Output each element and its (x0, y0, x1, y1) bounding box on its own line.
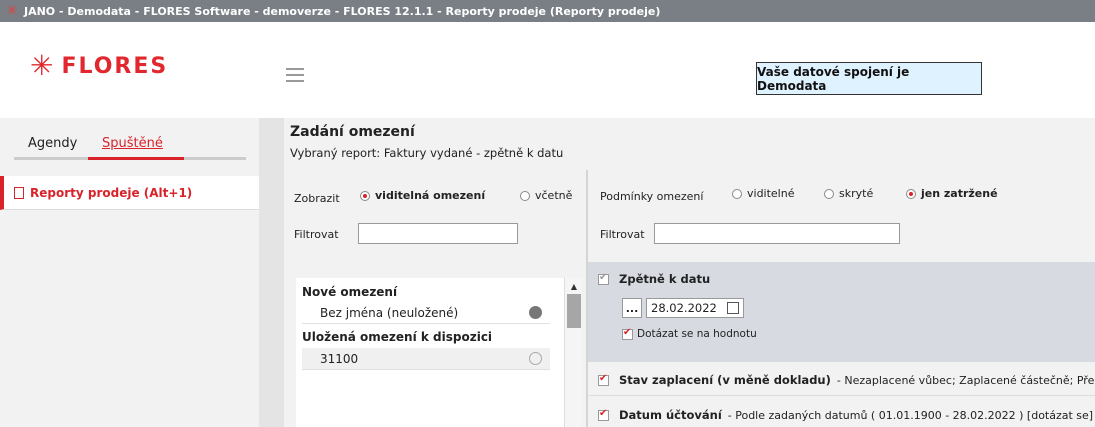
globe-icon (529, 352, 542, 365)
radio-label: včetně (535, 189, 573, 202)
date-picker-dots-button[interactable]: ... (622, 298, 642, 318)
ask-value-label: Dotázat se na hodnotu (637, 328, 757, 340)
logo-text: FLORES (61, 53, 169, 79)
condition-datum-uctovani: Datum účtování - Podle zadaných datumů (… (598, 408, 1093, 422)
date-value: 28.02.2022 (651, 301, 717, 315)
sidebar-tabs: Agendy Spuštěné (14, 132, 246, 160)
radio-including[interactable]: včetně (520, 189, 572, 202)
condition-stav-zaplaceni: Stav zaplacení (v měně dokladu) - Nezapl… (598, 373, 1095, 387)
condition-description: - Nezaplacené vůbec; Zaplacené částečně;… (836, 373, 1095, 387)
conditions-pane: Podmínky omezení viditelné skryté jen za… (588, 170, 1095, 427)
condition-checkbox[interactable] (598, 272, 609, 285)
radio-dot (360, 190, 370, 201)
ask-value-row: Dotázat se na hodnotu (622, 327, 757, 340)
flores-logo: ✳ FLORES (30, 52, 168, 80)
sidebar-item-label: Reporty prodeje (Alt+1) (30, 185, 193, 200)
radio-conditions-hidden[interactable]: skryté (824, 187, 873, 200)
active-tab-indicator (88, 157, 184, 160)
hamburger-menu-icon[interactable] (286, 68, 304, 82)
radio-label: viditelná omezení (375, 189, 486, 202)
filter-label: Filtrovat (294, 228, 339, 241)
conditions-label: Podmínky omezení (600, 190, 704, 203)
date-input[interactable]: 28.02.2022 (646, 298, 744, 318)
radio-label: skryté (839, 187, 874, 200)
condition-header: Zpětně k datu (598, 272, 716, 286)
window-titlebar: ✳ JANO - Demodata - FLORES Software - de… (0, 0, 1095, 22)
main-panel: Zadání omezení Vybraný report: Faktury v… (284, 118, 1095, 427)
group-header-saved: Uložená omezení k dispozici (302, 330, 493, 344)
radio-conditions-checked-only[interactable]: jen zatržené (906, 187, 998, 200)
scroll-up-arrow-icon[interactable]: ▲ (565, 278, 583, 294)
page-subtitle: Vybraný report: Faktury vydané - zpětně … (290, 146, 564, 160)
radio-dot (732, 188, 742, 199)
radio-label: jen zatržené (921, 187, 998, 200)
list-item-saved[interactable]: 31100 (302, 348, 550, 370)
flores-app-icon: ✳ (6, 3, 18, 19)
condition-name: Stav zaplacení (v měně dokladu) (619, 373, 831, 387)
connection-info-button[interactable]: Vaše datové spojení je Demodata (756, 62, 982, 95)
list-item-unsaved[interactable]: Bez jména (neuložené) (302, 302, 550, 324)
condition-checkbox[interactable] (598, 408, 609, 421)
tab-agendy[interactable]: Agendy (28, 136, 77, 151)
show-label: Zobrazit (294, 192, 340, 205)
window-title: JANO - Demodata - FLORES Software - demo… (24, 4, 661, 18)
condition-name: Datum účtování (619, 408, 722, 422)
conditions-filter-input[interactable] (654, 223, 900, 244)
restrictions-list-pane: Zobrazit viditelná omezení včetně Filtro… (284, 170, 584, 427)
row-divider (588, 395, 1095, 396)
app-header: ✳ FLORES Vaše datové spojení je Demodata (0, 22, 1095, 118)
radio-conditions-visible[interactable]: viditelné (732, 187, 794, 200)
radio-dot (520, 190, 530, 201)
flores-star-icon: ✳ (30, 49, 54, 82)
filter-label: Filtrovat (600, 228, 645, 241)
document-icon (14, 186, 24, 199)
sidebar: Agendy Spuštěné Reporty prodeje (Alt+1) (0, 118, 259, 427)
scroll-thumb[interactable] (567, 294, 581, 328)
condition-checkbox[interactable] (598, 373, 609, 386)
list-item-label: Bez jména (neuložené) (320, 305, 459, 320)
group-header-new: Nové omezení (302, 285, 398, 299)
radio-dot (906, 188, 916, 199)
sidebar-item-reporty-prodeje[interactable]: Reporty prodeje (Alt+1) (0, 176, 259, 210)
radio-visible-restrictions[interactable]: viditelná omezení (360, 189, 485, 202)
calendar-icon[interactable] (727, 302, 739, 314)
radio-dot (824, 188, 834, 199)
radio-label: viditelné (747, 187, 795, 200)
condition-description: - Podle zadaných datumů ( 01.01.1900 - 2… (727, 408, 1094, 422)
restrictions-list: Nové omezení Bez jména (neuložené) Ulože… (296, 278, 582, 427)
list-scrollbar[interactable]: ▲ (564, 278, 582, 427)
ask-value-checkbox[interactable] (622, 327, 633, 340)
user-icon (529, 306, 542, 319)
condition-name: Zpětně k datu (619, 272, 711, 286)
panel-splitter[interactable] (259, 118, 284, 427)
tab-spustene[interactable]: Spuštěné (102, 136, 163, 151)
filter-input[interactable] (358, 223, 518, 244)
list-item-label: 31100 (320, 351, 359, 366)
page-title: Zadání omezení (290, 124, 415, 140)
condition-zpetne-k-datu: Zpětně k datu ... 28.02.2022 Dotázat se … (588, 262, 1095, 362)
